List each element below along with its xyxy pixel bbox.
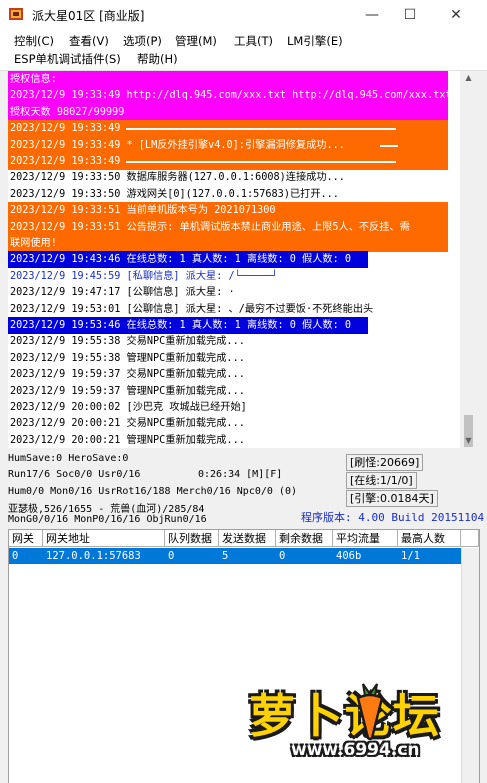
menu-bar: 控制(C) 查看(V) 选项(P) 管理(M) 工具(T) LM引擎(E) ES…: [0, 30, 487, 71]
log-line: 2023/12/9 19:59:37 管理NPC重新加载完成...: [10, 385, 245, 397]
status-hum-mon: Hum0/0 Mon0/16 UsrRot16/188 Merch0/16 Np…: [8, 486, 297, 497]
log-line: 2023/12/9 19:53:01 [公聊信息] 派大星: 、/最穷不过要饭·…: [10, 303, 374, 315]
engine-days-box: [引擎:0.0184天]: [346, 490, 438, 507]
menu-manage[interactable]: 管理(M): [175, 33, 217, 49]
cell-remaining: 0: [279, 550, 286, 562]
log-line: 2023/12/9 19:47:17 [公聊信息] 派大星: ·: [10, 287, 235, 299]
log-line: 授权天数 98027/99999: [8, 103, 448, 121]
window-title: 派大星01区 [商业版]: [32, 9, 145, 23]
log-panel[interactable]: 授权信息: 2023/12/9 19:33:49 http://dlq.945.c…: [8, 71, 460, 448]
log-separator-bar: [380, 144, 398, 147]
log-line: 2023/12/9 20:00:02 [沙巴克 攻城战已经开始]: [10, 402, 247, 413]
log-line: 2023/12/9 19:33:51 当前单机版本号为 2021071300: [8, 202, 448, 220]
watermark-url: www.6994.cn: [291, 740, 420, 760]
menu-control[interactable]: 控制(C): [14, 33, 54, 49]
app-window: 派大星01区 [商业版] — ☐ ✕ 控制(C) 查看(V) 选项(P) 管理(…: [0, 0, 487, 783]
log-line: 2023/12/9 19:33:51 公告提示: 单机调试版本禁止商业用途、上限…: [8, 218, 448, 236]
title-bar[interactable]: 派大星01区 [商业版] — ☐ ✕: [0, 0, 487, 30]
cell-max-users: 1/1: [401, 550, 420, 562]
cell-gateway: 0: [12, 550, 19, 562]
column-header-sent[interactable]: 发送数据: [219, 530, 276, 547]
column-header-max-users[interactable]: 最高人数: [398, 530, 461, 547]
status-time: 0:26:34 [M][F]: [198, 469, 283, 480]
log-line: 2023/12/9 19:55:38 管理NPC重新加载完成...: [10, 352, 245, 364]
column-header-queue[interactable]: 队列数据: [165, 530, 219, 547]
log-line: 2023/12/9 19:33:50 游戏网关[0](127.0.0.1:576…: [10, 188, 339, 200]
close-button[interactable]: ✕: [433, 0, 479, 30]
scroll-up-icon[interactable]: ▲: [460, 71, 477, 85]
menu-help[interactable]: 帮助(H): [137, 51, 178, 67]
column-header-gateway[interactable]: 网关: [9, 530, 43, 547]
table-row[interactable]: 0 127.0.0.1:57683 0 5 0 406b 1/1: [9, 548, 461, 564]
menu-view[interactable]: 查看(V): [69, 33, 109, 49]
log-line: 2023/12/9 19:43:46 在线总数: 1 真人数: 1 离线数: 0…: [8, 251, 368, 269]
log-line: 2023/12/9 20:00:21 交易NPC重新加载完成...: [10, 418, 245, 430]
forum-watermark-logo: 萝卜论坛 www.6994.cn: [235, 676, 480, 778]
log-separator-bar: [126, 161, 396, 163]
app-icon: [9, 8, 23, 20]
column-header-filler: [461, 530, 479, 547]
cell-sent: 5: [222, 550, 229, 562]
log-scrollbar[interactable]: ▲ ▼: [460, 71, 477, 448]
column-header-avg-traffic[interactable]: 平均流量: [333, 530, 398, 547]
refresh-count-box: [刷怪:20669]: [346, 454, 424, 471]
online-count-box: [在线:1/1/0]: [346, 472, 417, 489]
log-line: 2023/12/9 19:53:46 在线总数: 1 真人数: 1 离线数: 0…: [8, 317, 368, 334]
menu-esp-plugin[interactable]: ESP单机调试插件(S): [14, 51, 121, 67]
log-line: 2023/12/9 19:45:59 [私聊信息] 派大星: /└─────┘: [10, 270, 278, 282]
status-mong: MonG0/0/16 MonP0/16/16 ObjRun0/16: [8, 514, 207, 525]
status-hum-save: HumSave:0 HeroSave:0: [8, 453, 129, 464]
column-header-address[interactable]: 网关地址: [43, 530, 165, 547]
log-line: 2023/12/9 19:59:37 交易NPC重新加载完成...: [10, 369, 245, 381]
log-separator-bar: [126, 128, 396, 131]
maximize-button[interactable]: ☐: [387, 0, 433, 30]
menu-lm-engine[interactable]: LM引擎(E): [287, 33, 343, 49]
watermark-text: 萝卜论坛: [249, 689, 441, 743]
log-line: 2023/12/9 19:33:50 数据库服务器(127.0.0.1:6008…: [10, 172, 345, 184]
log-line: 2023/12/9 20:00:21 管理NPC重新加载完成...: [10, 434, 245, 446]
log-line: 联网使用!: [8, 235, 448, 252]
menu-tools[interactable]: 工具(T): [234, 33, 273, 49]
column-header-remaining[interactable]: 剩余数据: [276, 530, 333, 547]
cell-address: 127.0.0.1:57683: [46, 550, 141, 562]
cell-queue: 0: [168, 550, 175, 562]
log-line: 授权信息:: [8, 71, 448, 88]
scroll-down-icon[interactable]: ▼: [460, 434, 477, 448]
cell-avg-traffic: 406b: [336, 550, 362, 562]
program-version: 程序版本: 4.00 Build 20151104: [301, 511, 485, 524]
log-line: 2023/12/9 19:55:38 交易NPC重新加载完成...: [10, 336, 245, 348]
carrot-icon: [356, 683, 384, 740]
menu-options[interactable]: 选项(P): [123, 33, 162, 49]
status-run: Run17/6 Soc0/0 Usr0/16: [8, 469, 141, 480]
log-line: 2023/12/9 19:33:49 http://dlq.945.com/xx…: [8, 87, 448, 105]
status-map: 亚瑟极,526/1655 - 荒兽(血河)/285/84: [8, 504, 205, 515]
